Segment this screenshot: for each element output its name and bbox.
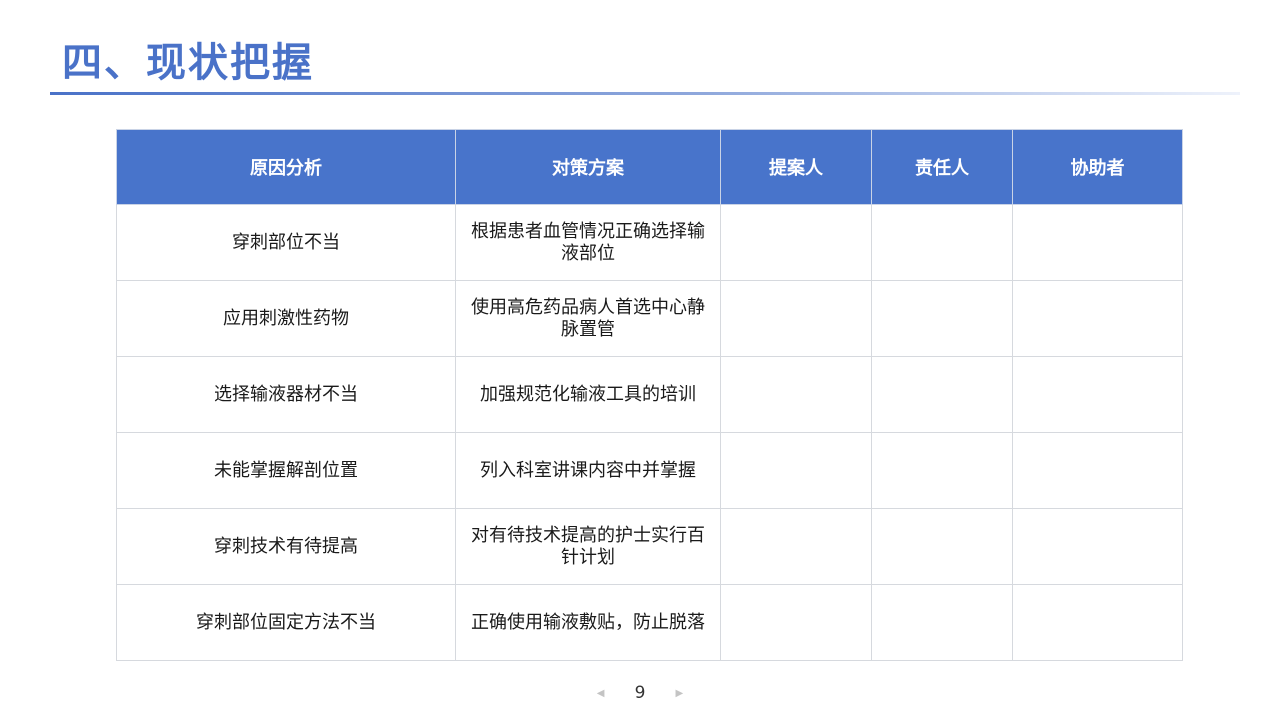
cell-proposer (720, 508, 872, 585)
cell-assistant (1012, 508, 1183, 585)
cell-measure: 使用高危药品病人首选中心静脉置管 (455, 280, 721, 357)
cell-measure: 根据患者血管情况正确选择输液部位 (455, 204, 721, 281)
header-countermeasure: 对策方案 (455, 129, 721, 205)
cell-proposer (720, 280, 872, 357)
cell-measure: 正确使用输液敷贴，防止脱落 (455, 584, 721, 661)
header-responsible: 责任人 (871, 129, 1013, 205)
table-row: 穿刺技术有待提高 对有待技术提高的护士实行百针计划 (116, 508, 1183, 585)
cell-cause: 应用刺激性药物 (116, 280, 456, 357)
cell-cause: 未能掌握解剖位置 (116, 432, 456, 509)
triangle-left-icon[interactable]: ◀ (595, 688, 607, 699)
header-proposer: 提案人 (720, 129, 872, 205)
table-header-row: 原因分析 对策方案 提案人 责任人 协助者 (116, 129, 1183, 205)
cell-assistant (1012, 584, 1183, 661)
cell-cause: 选择输液器材不当 (116, 356, 456, 433)
cell-measure: 对有待技术提高的护士实行百针计划 (455, 508, 721, 585)
table-row: 应用刺激性药物 使用高危药品病人首选中心静脉置管 (116, 280, 1183, 357)
cell-owner (871, 204, 1013, 281)
triangle-right-icon[interactable]: ▶ (673, 688, 685, 699)
cell-assistant (1012, 432, 1183, 509)
table-row: 未能掌握解剖位置 列入科室讲课内容中并掌握 (116, 432, 1183, 509)
cell-assistant (1012, 356, 1183, 433)
cell-cause: 穿刺部位固定方法不当 (116, 584, 456, 661)
cell-measure: 列入科室讲课内容中并掌握 (455, 432, 721, 509)
cell-owner (871, 508, 1013, 585)
cell-proposer (720, 584, 872, 661)
cell-owner (871, 356, 1013, 433)
cell-owner (871, 280, 1013, 357)
cell-proposer (720, 432, 872, 509)
title-underline (50, 92, 1240, 95)
cell-measure: 加强规范化输液工具的培训 (455, 356, 721, 433)
countermeasure-table: 原因分析 对策方案 提案人 责任人 协助者 穿刺部位不当 根据患者血管情况正确选… (116, 129, 1183, 661)
cell-assistant (1012, 204, 1183, 281)
table-row: 选择输液器材不当 加强规范化输液工具的培训 (116, 356, 1183, 433)
cell-owner (871, 432, 1013, 509)
header-assistant: 协助者 (1012, 129, 1183, 205)
header-cause-analysis: 原因分析 (116, 129, 456, 205)
cell-owner (871, 584, 1013, 661)
page-title: 四、现状把握 (62, 40, 314, 86)
table-row: 穿刺部位固定方法不当 正确使用输液敷贴，防止脱落 (116, 584, 1183, 661)
cell-assistant (1012, 280, 1183, 357)
cell-cause: 穿刺部位不当 (116, 204, 456, 281)
cell-cause: 穿刺技术有待提高 (116, 508, 456, 585)
cell-proposer (720, 356, 872, 433)
page-number: 9 (634, 683, 646, 703)
cell-proposer (720, 204, 872, 281)
slide: 四、现状把握 原因分析 对策方案 提案人 责任人 协助者 穿刺部位不当 根据患者… (0, 0, 1280, 720)
table-row: 穿刺部位不当 根据患者血管情况正确选择输液部位 (116, 204, 1183, 281)
page-navigator: ◀ 9 ▶ (0, 680, 1280, 706)
